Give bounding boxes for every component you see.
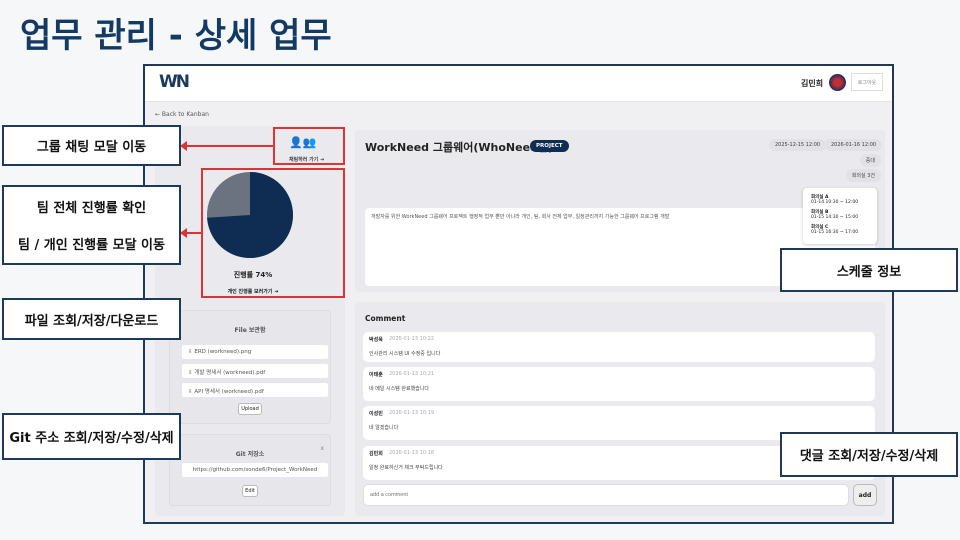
file-item[interactable]: ⇩ 개발 명세서 (workneed).pdf — [182, 364, 328, 378]
logout-button[interactable]: 로그아웃 — [851, 73, 883, 91]
comment-item[interactable]: 박성욱 2026-01-13 10:22 인사관리 시스템 UI 수정중 입니다 — [363, 332, 875, 362]
comment-title: Comment — [365, 314, 406, 323]
end-date: 2026-01-16 12:00 — [825, 139, 883, 151]
room-count-badge[interactable]: 회의실 3건 — [845, 169, 881, 182]
callout-chat: 그룹 채팅 모달 이동 — [2, 125, 181, 166]
schedule-item: 회의실 B 01-15 14:30 ~ 15:00 — [811, 210, 859, 220]
user-name: 김민희 — [801, 79, 824, 88]
add-comment-button[interactable]: add — [853, 484, 877, 506]
start-date: 2025-12-15 12:00 — [769, 139, 827, 151]
highlight-progress — [201, 168, 345, 298]
git-url[interactable]: https://github.com/sonde6/Project_WorkNe… — [182, 463, 328, 477]
comment-item[interactable]: 이태훈 2026-01-13 10:21 네 메일 시스템 완료했습니다 — [363, 367, 875, 401]
file-item[interactable]: ⇩ API 명세서 (workneed).pdf — [182, 383, 328, 397]
callout-git: Git 주소 조회/저장/수정/삭제 — [2, 413, 181, 460]
upload-button[interactable]: Upload — [238, 403, 262, 415]
file-name: ERD (workneed).png — [194, 349, 252, 355]
git-box: x Git 저장소 https://github.com/sonde6/Proj… — [169, 434, 331, 506]
callout-progress: 팀 전체 진행률 확인 팀 / 개인 진행률 모달 이동 — [2, 185, 181, 265]
task-type-badge: PROJECT — [530, 140, 569, 152]
app-header: WN 김민희 로그아웃 — [145, 66, 892, 102]
arrow-icon — [180, 141, 273, 151]
avatar[interactable] — [829, 74, 846, 91]
logo[interactable]: WN — [159, 72, 190, 92]
git-box-title: Git 저장소 — [235, 451, 265, 458]
back-to-kanban-link[interactable]: ← Back to Kanban — [155, 111, 209, 118]
file-item[interactable]: ⇩ ERD (workneed).png — [182, 345, 328, 359]
schedule-item: 회의실 A 01-14 10:30 ~ 12:00 — [811, 195, 859, 205]
priority-badge: 중대 — [859, 154, 881, 167]
task-title: WorkNeed 그룹웨어(WhoNeed팀) — [365, 141, 554, 154]
file-name: API 명세서 (workneed).pdf — [194, 389, 264, 395]
callout-files: 파일 조회/저장/다운로드 — [2, 298, 181, 340]
task-description: 개발자를 위한 WorkNeed 그룹웨어 프로젝트 행정적 업무 뿐만 아니라… — [371, 214, 670, 220]
slide-title: 업무 관리 - 상세 업무 — [20, 16, 332, 56]
file-name: 개발 명세서 (workneed).pdf — [194, 370, 266, 376]
callout-comments: 댓글 조회/저장/수정/삭제 — [780, 432, 958, 477]
comment-input[interactable] — [363, 484, 849, 506]
file-box: File 보관함 ⇩ ERD (workneed).png ⇩ 개발 명세서 (… — [169, 310, 331, 424]
highlight-chat — [273, 127, 345, 165]
arrow-icon — [180, 228, 201, 238]
schedule-popover: 회의실 A 01-14 10:30 ~ 12:00 회의실 B 01-15 14:3… — [803, 188, 877, 244]
schedule-item: 회의실 C 01-15 16:30 ~ 17:00 — [811, 225, 859, 235]
file-box-title: File 보관함 — [234, 327, 266, 334]
callout-schedule: 스케줄 정보 — [780, 248, 958, 292]
comment-panel: Comment 박성욱 2026-01-13 10:22 인사관리 시스템 UI 수… — [355, 302, 885, 516]
edit-button[interactable]: Edit — [242, 485, 258, 497]
